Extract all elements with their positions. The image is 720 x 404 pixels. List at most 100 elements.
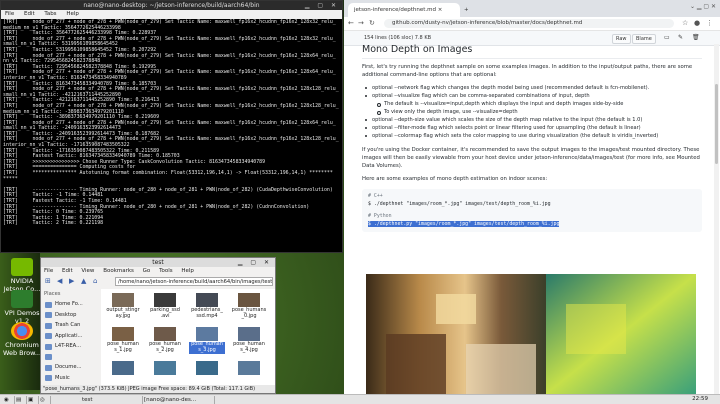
menu-help[interactable]: Help: [66, 11, 79, 17]
code-line: $ ./depthnet "images/room_*.jpg" images/…: [368, 200, 551, 207]
file-manager-title: test: [152, 259, 164, 266]
window-controls[interactable]: ⌄ ▁ ▢ ✕: [690, 3, 716, 10]
menu-view[interactable]: View: [81, 268, 94, 274]
raw-button[interactable]: Raw: [612, 34, 631, 44]
clock: 22:59: [692, 396, 708, 402]
menu-file[interactable]: File: [5, 11, 14, 17]
file-thumbnail-icon: [112, 327, 134, 341]
desktop-icon[interactable]: ▭: [664, 34, 670, 41]
menu-file[interactable]: File: [44, 268, 53, 274]
profile-icon[interactable]: ●: [694, 19, 700, 27]
chromium-icon: [11, 322, 33, 340]
back-icon[interactable]: ←: [348, 19, 354, 27]
home-icon[interactable]: ⌂: [93, 277, 97, 285]
places-item[interactable]: Trash Can: [41, 320, 99, 331]
file-item[interactable]: pose_human s_2.jpg: [147, 325, 183, 354]
desktop-icon-vpi-demos[interactable]: VPI Demos v1.2: [0, 290, 44, 325]
file-name: pedestrians_ ssd.mp4: [191, 307, 223, 319]
tab-label: jetson-inference/depthnet.md ×: [354, 7, 443, 13]
places-item[interactable]: Desktop: [41, 310, 99, 321]
status-bar: "pose_humans_3.jpg" (373.5 KiB) JPEG ima…: [41, 385, 275, 393]
file-thumbnail-icon: [154, 293, 176, 307]
menu-icon[interactable]: ⋮: [706, 19, 713, 27]
terminal-menubar: File Edit Tabs Help: [1, 10, 342, 19]
address-bar[interactable]: github.com/dusty-nv/jetson-inference/blo…: [384, 19, 674, 28]
forward-icon[interactable]: →: [358, 19, 364, 27]
places-item-label: Trash Can: [55, 322, 81, 328]
nvidia-logo-icon: [11, 258, 33, 276]
code-comment: # C++: [368, 193, 383, 199]
terminal-titlebar[interactable]: nano@nano-desktop: ~/jetson-inference/bu…: [1, 1, 342, 10]
menu-edit[interactable]: Edit: [24, 11, 35, 17]
places-item-label: Home Fo...: [55, 301, 83, 307]
url-text: github.com/dusty-nv/jetson-inference/blo…: [392, 20, 583, 26]
file-name: pose_human s_2.jpg: [149, 341, 181, 353]
places-item[interactable]: Docume...: [41, 362, 99, 373]
window-controls[interactable]: ▁ ▢ ✕: [305, 1, 339, 10]
file-name: pose_human s_4.jpg: [233, 341, 265, 353]
browser-scrollbar[interactable]: [714, 44, 719, 394]
menu-help[interactable]: Help: [181, 268, 194, 274]
file-item[interactable]: pedestrians_ ssd.mp4: [189, 291, 225, 320]
back-icon[interactable]: ◀: [57, 277, 62, 285]
new-tab-button[interactable]: +: [462, 3, 476, 17]
browser-tab-active[interactable]: jetson-inference/depthnet.md ×: [348, 3, 460, 17]
terminal-title: nano@nano-desktop: ~/jetson-inference/bu…: [83, 2, 260, 9]
code-block[interactable]: # C++ $ ./depthnet "images/room_*.jpg" i…: [362, 189, 702, 232]
file-item[interactable]: parking_ssd .avi: [147, 291, 183, 320]
file-item[interactable]: pose_human s_3.jpg: [189, 325, 225, 354]
file-item[interactable]: [189, 359, 225, 376]
blame-button[interactable]: Blame: [632, 34, 656, 44]
vpi-icon: [11, 290, 33, 308]
file-item[interactable]: [147, 359, 183, 376]
scrollbar-thumb[interactable]: [715, 84, 718, 164]
places-item[interactable]: L4T-REA...: [41, 341, 99, 352]
menu-go[interactable]: Go: [143, 268, 151, 274]
file-item[interactable]: pose_humans _0.jpg: [231, 291, 267, 320]
reload-icon[interactable]: ↻: [369, 19, 375, 27]
forward-icon[interactable]: ▶: [69, 277, 74, 285]
taskbar-item-test[interactable]: test: [80, 396, 143, 404]
menu-bookmarks[interactable]: Bookmarks: [103, 268, 134, 274]
desktop-icon-nvidia[interactable]: NVIDIA Jetson Co...: [0, 258, 44, 293]
menu-tabs[interactable]: Tabs: [44, 11, 56, 17]
places-sidebar: Places Home Fo... Desktop Trash Can Applica…: [41, 289, 99, 392]
taskbar-item-terminal[interactable]: [nano@nano-des...: [142, 396, 215, 404]
menu-tools[interactable]: Tools: [159, 268, 173, 274]
menu-edit[interactable]: Edit: [62, 268, 73, 274]
terminal-line: [TRT] Tactic: 2 Time: 0.221198: [3, 220, 104, 227]
file-item[interactable]: output_stingr ay.jpg: [105, 291, 141, 320]
file-item[interactable]: pose_human s_1.jpg: [105, 325, 141, 354]
places-item[interactable]: Music: [41, 373, 99, 384]
file-item[interactable]: [105, 359, 141, 376]
file-item[interactable]: pose_human s_4.jpg: [231, 325, 267, 354]
file-thumbnail-icon: [112, 361, 134, 375]
file-name: pose_humans _0.jpg: [231, 307, 267, 319]
edit-icon[interactable]: ✎: [678, 34, 683, 41]
places-item-label: Docume...: [55, 364, 82, 370]
file-thumbnail-icon: [112, 293, 134, 307]
places-item[interactable]: Applicati...: [41, 331, 99, 342]
up-icon[interactable]: ▲: [81, 277, 86, 285]
folder-icon: [45, 301, 52, 308]
delete-icon[interactable]: 🗑: [692, 34, 700, 41]
new-tab-icon[interactable]: ⊞: [45, 277, 51, 285]
terminal-output[interactable]: [TRT] node_of_277 + node_of_278 + PWN(no…: [1, 19, 342, 252]
browser-launcher-icon[interactable]: ◎: [38, 396, 51, 404]
path-bar[interactable]: /home/nano/jetson-inference/build/aarch6…: [115, 277, 273, 286]
places-item[interactable]: [41, 352, 99, 363]
star-icon[interactable]: ☆: [682, 19, 688, 27]
terminal-window[interactable]: nano@nano-desktop: ~/jetson-inference/bu…: [0, 0, 343, 253]
docker-paragraph: If you're using the Docker container, it…: [362, 147, 700, 169]
places-item[interactable]: Home Fo...: [41, 299, 99, 310]
desktop-icon-chromium[interactable]: Chromium Web Brow...: [0, 322, 44, 357]
file-thumbnail-icon: [238, 361, 260, 375]
file-manager-titlebar[interactable]: test ▁ ▢ ✕: [41, 258, 275, 267]
file-thumbnail-icon: [238, 293, 260, 307]
code-line-selected[interactable]: $ ./depthnet.py "images/room_*.jpg" imag…: [368, 220, 560, 227]
file-manager-window[interactable]: test ▁ ▢ ✕ File Edit View Bookmarks Go T…: [40, 257, 276, 394]
file-name: pose_human s_3.jpg: [189, 341, 225, 354]
window-controls[interactable]: ▁ ▢ ✕: [238, 258, 272, 267]
file-name: pose_human s_1.jpg: [107, 341, 139, 353]
file-item[interactable]: [231, 359, 267, 376]
